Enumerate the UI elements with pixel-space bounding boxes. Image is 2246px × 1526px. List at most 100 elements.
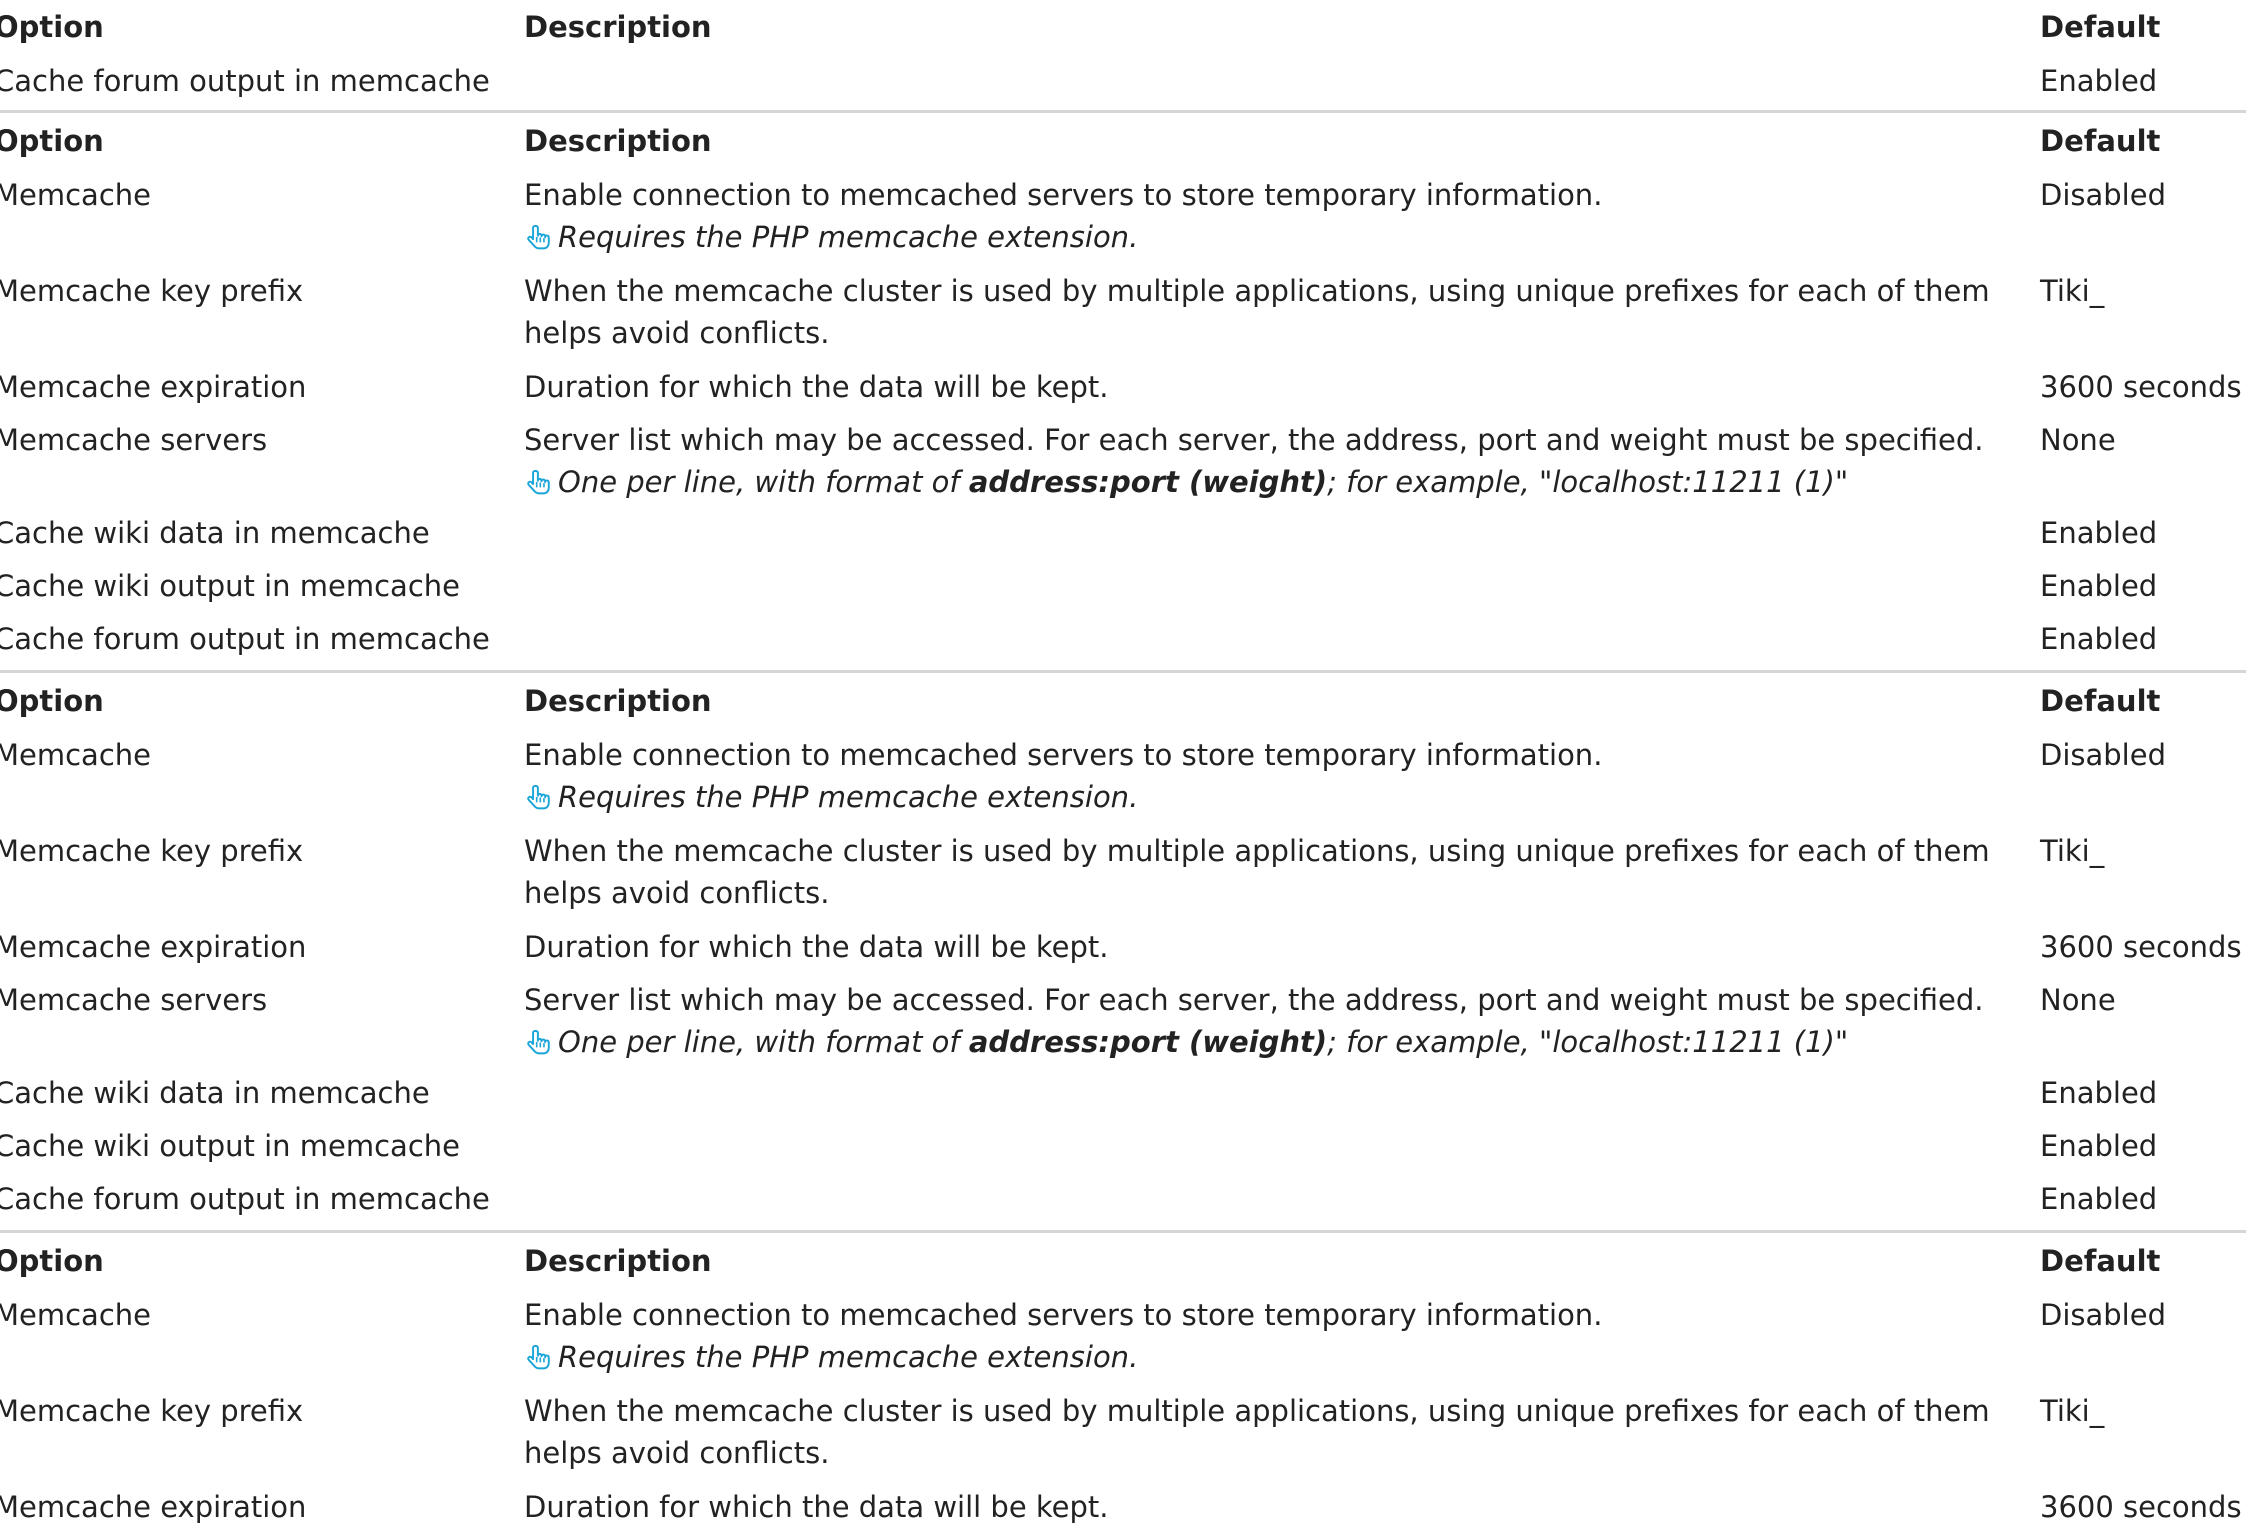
option-name: Memcache expiration: [0, 1490, 307, 1524]
option-name: Memcache servers: [0, 983, 268, 1017]
table-row: Memcache key prefix When the memcache cl…: [0, 260, 2246, 356]
option-name: Memcache servers: [0, 423, 268, 457]
tip-quote: ": [1539, 1025, 1553, 1059]
option-default: Tiki_: [2040, 274, 2105, 308]
option-default: Enabled: [2040, 516, 2158, 550]
pointing-hand-icon: [527, 469, 550, 494]
header-default: Default: [2040, 10, 2161, 44]
table-row: Memcache key prefix When the memcache cl…: [0, 820, 2246, 916]
table-header-row: Option Description Default: [0, 113, 2246, 164]
option-description: When the memcache cluster is used by mul…: [524, 830, 2040, 914]
tip-quote: ": [1539, 465, 1553, 499]
memcache-preferences-table: Option Description Default Memcache Enab…: [0, 110, 2246, 664]
tip-text: Requires the PHP memcache extension.: [558, 220, 1139, 254]
option-description: Server list which may be accessed. For e…: [524, 979, 2040, 1063]
option-name: Memcache: [0, 738, 151, 772]
pointing-hand-icon: [527, 784, 550, 809]
option-name: Cache forum output in memcache: [0, 622, 490, 656]
option-default: Enabled: [2040, 1182, 2158, 1216]
table-row: Memcache key prefix When the memcache cl…: [0, 1380, 2246, 1476]
table-row: Cache forum output in memcache Enabled: [0, 611, 2246, 664]
pointing-hand-icon: [527, 1029, 550, 1054]
pointing-hand-icon: [527, 224, 550, 249]
header-option: Option: [0, 124, 104, 158]
tip-note: Requires the PHP memcache extension.: [524, 216, 2040, 258]
description-text: When the memcache cluster is used by mul…: [524, 834, 1990, 868]
header-default: Default: [2040, 1244, 2161, 1278]
tip-text-part: One per line, with format of: [558, 465, 969, 499]
option-name: Cache wiki data in memcache: [0, 516, 430, 550]
description-text: When the memcache cluster is used by mul…: [524, 1394, 1990, 1428]
option-default: Tiki_: [2040, 1394, 2105, 1428]
header-default: Default: [2040, 124, 2161, 158]
option-name: Memcache expiration: [0, 930, 307, 964]
table-row: Memcache Enable connection to memcached …: [0, 164, 2246, 260]
tip-format: address:port (weight): [968, 465, 1328, 499]
option-default: Enabled: [2040, 622, 2158, 656]
tip-text-part: ; for example,: [1327, 1025, 1539, 1059]
table-row: Cache wiki output in memcache Enabled: [0, 1118, 2246, 1171]
option-default: Enabled: [2040, 1129, 2158, 1163]
header-option: Option: [0, 684, 104, 718]
option-default: Enabled: [2040, 64, 2158, 98]
option-name: Cache forum output in memcache: [0, 1182, 490, 1216]
tip-note: Requires the PHP memcache extension.: [524, 1336, 2040, 1378]
option-name: Cache wiki output in memcache: [0, 1129, 460, 1163]
tip-note: Requires the PHP memcache extension.: [524, 776, 2040, 818]
option-default: Enabled: [2040, 1076, 2158, 1110]
tip-quote: ": [1834, 465, 1849, 499]
option-default: 3600 seconds: [2040, 1490, 2242, 1524]
header-description: Description: [524, 10, 712, 44]
option-default: Enabled: [2040, 569, 2158, 603]
tip-format: address:port (weight): [968, 1025, 1328, 1059]
table-row: Memcache servers Server list which may b…: [0, 409, 2246, 505]
option-description: When the memcache cluster is used by mul…: [524, 270, 2040, 354]
option-description: Duration for which the data will be kept…: [524, 1490, 1109, 1524]
preferences-page: Option Description Default Cache forum o…: [0, 0, 2246, 1524]
option-name: Cache forum output in memcache: [0, 64, 490, 98]
description-text: helps avoid conflicts.: [524, 876, 830, 910]
option-default: None: [2040, 983, 2116, 1017]
description-text: Server list which may be accessed. For e…: [524, 423, 1984, 457]
option-name: Memcache key prefix: [0, 1394, 304, 1428]
table-row: Memcache servers Server list which may b…: [0, 969, 2246, 1065]
table-row: Cache wiki data in memcache Enabled: [0, 1065, 2246, 1118]
option-name: Memcache expiration: [0, 370, 307, 404]
table-row: Cache wiki data in memcache Enabled: [0, 505, 2246, 558]
memcache-preferences-table: Option Description Default Memcache Enab…: [0, 1230, 2246, 1526]
header-description: Description: [524, 684, 712, 718]
tip-note: One per line, with format of address:por…: [524, 1021, 2040, 1063]
tip-note: One per line, with format of address:por…: [524, 461, 2040, 503]
memcache-preferences-table: Option Description Default Memcache Enab…: [0, 670, 2246, 1224]
option-default: None: [2040, 423, 2116, 457]
option-description: Enable connection to memcached servers t…: [524, 1294, 2040, 1378]
table-row: Memcache expiration Duration for which t…: [0, 1476, 2246, 1526]
tip-text: One per line, with format of address:por…: [558, 461, 1848, 503]
table-row: Memcache expiration Duration for which t…: [0, 356, 2246, 409]
table-row: Memcache Enable connection to memcached …: [0, 1284, 2246, 1380]
description-text: Enable connection to memcached servers t…: [524, 738, 1603, 772]
description-text: Enable connection to memcached servers t…: [524, 1298, 1603, 1332]
header-option: Option: [0, 1244, 104, 1278]
header-option: Option: [0, 10, 104, 44]
table-header-row: Option Description Default: [0, 673, 2246, 724]
table-row: Cache wiki output in memcache Enabled: [0, 558, 2246, 611]
tip-text: Requires the PHP memcache extension.: [558, 1340, 1139, 1374]
option-description: Duration for which the data will be kept…: [524, 370, 1109, 404]
option-name: Memcache key prefix: [0, 274, 304, 308]
option-description: Enable connection to memcached servers t…: [524, 174, 2040, 258]
table-row: Memcache Enable connection to memcached …: [0, 724, 2246, 820]
description-text: helps avoid conflicts.: [524, 316, 830, 350]
tip-example: localhost:11211 (1): [1552, 465, 1835, 499]
tip-example: localhost:11211 (1): [1552, 1025, 1835, 1059]
option-description: When the memcache cluster is used by mul…: [524, 1390, 2040, 1474]
option-default: Disabled: [2040, 738, 2166, 772]
option-description: Duration for which the data will be kept…: [524, 930, 1109, 964]
option-name: Cache wiki data in memcache: [0, 1076, 430, 1110]
table-row: Memcache expiration Duration for which t…: [0, 916, 2246, 969]
table-row: Cache forum output in memcache Enabled: [0, 1171, 2246, 1224]
description-text: When the memcache cluster is used by mul…: [524, 274, 1990, 308]
option-default: 3600 seconds: [2040, 370, 2242, 404]
option-name: Memcache: [0, 178, 151, 212]
header-description: Description: [524, 124, 712, 158]
